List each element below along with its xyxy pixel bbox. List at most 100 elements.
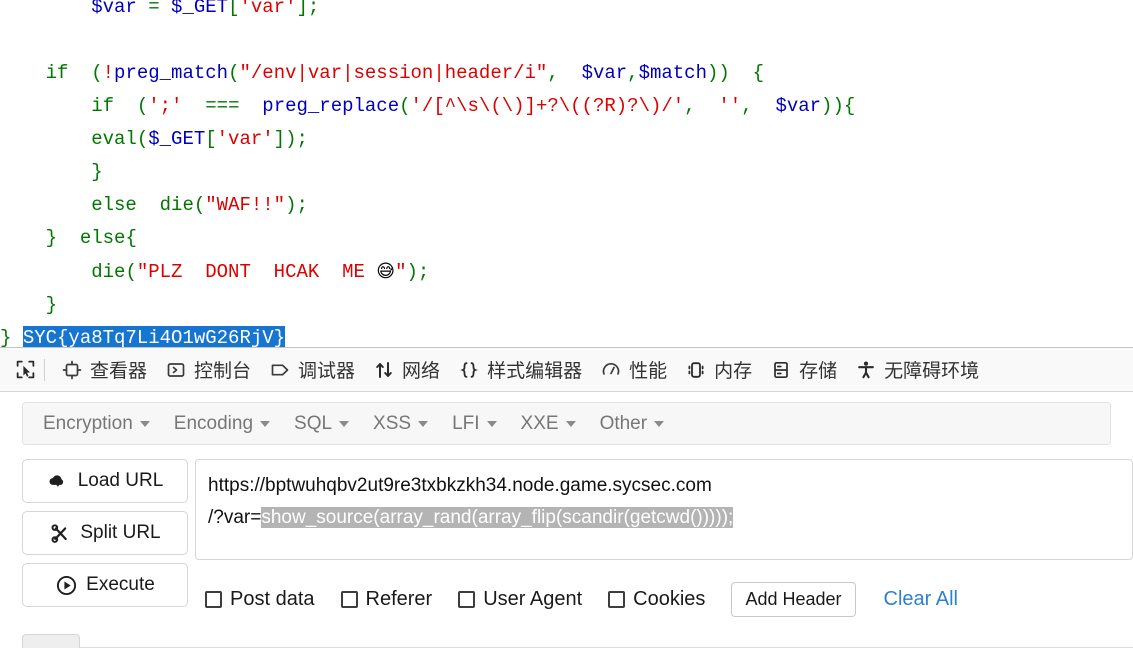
code-token: ( — [68, 62, 103, 84]
code-token: )) { — [707, 62, 765, 84]
devtools-tab-label: 性能 — [629, 361, 668, 382]
code-token: " — [395, 261, 407, 283]
checkbox-user-agent[interactable]: User Agent — [458, 588, 582, 611]
code-token: ] — [273, 128, 286, 150]
devtools-tab-label: 无障碍环境 — [884, 361, 980, 382]
devtools-tab-accessibility[interactable]: 无障碍环境 — [846, 352, 988, 388]
hackbar-bottom-strip — [0, 634, 1133, 648]
devtools-tab-memory[interactable]: 内存 — [676, 352, 761, 388]
hackbar-menu-encoding[interactable]: Encoding — [162, 407, 282, 441]
hackbar-menu-xss[interactable]: XSS — [361, 407, 440, 441]
chevron-down-icon — [418, 420, 429, 427]
element-picker-icon — [14, 359, 36, 381]
code-token: 'var' — [239, 0, 297, 18]
code-line: die("PLZ DONT HCAK ME 😅"); — [0, 255, 855, 289]
code-token: ] — [296, 0, 308, 18]
code-token: , — [741, 95, 776, 117]
performance-icon — [600, 359, 622, 381]
split-url-button[interactable]: Split URL — [22, 511, 188, 555]
code-line: else die("WAF!!"); — [0, 189, 855, 222]
checkbox-box-icon[interactable] — [340, 591, 358, 608]
code-token: die — [91, 261, 126, 283]
devtools-tab-network[interactable]: 网络 — [364, 352, 449, 388]
hackbar-menu-lfi[interactable]: LFI — [440, 407, 508, 441]
code-token: 'var' — [216, 128, 274, 150]
checkbox-label: Cookies — [633, 588, 706, 610]
code-token: [ — [205, 128, 217, 150]
code-token: ; — [307, 0, 320, 18]
hackbar-menu-xxe[interactable]: XXE — [509, 407, 588, 441]
devtools-tab-inspector[interactable]: 查看器 — [52, 352, 156, 388]
devtools-tab-performance[interactable]: 性能 — [591, 352, 676, 388]
checkbox-label: User Agent — [483, 588, 583, 610]
code-token: preg_replace — [250, 95, 400, 117]
hackbar-menu-other[interactable]: Other — [588, 407, 677, 441]
code-token: $var — [91, 0, 137, 18]
code-token: , — [627, 62, 639, 84]
load-url-button[interactable]: Load URL — [22, 459, 188, 503]
bottom-tab-handle[interactable] — [22, 634, 80, 648]
checkbox-cookies[interactable]: Cookies — [608, 588, 705, 611]
code-token: , — [547, 62, 582, 84]
hackbar-menu-label: LFI — [452, 412, 480, 434]
php-source-view: $var = $_GET['var']; if (!preg_match("/e… — [0, 0, 1133, 347]
hackbar-panel: Encryption Encoding SQL XSS LFI XXE Othe… — [0, 402, 1133, 648]
code-token: ! — [102, 62, 115, 84]
clear-all-link[interactable]: Clear All — [884, 588, 958, 611]
devtools-tab-label: 调试器 — [298, 361, 356, 382]
chevron-down-icon — [260, 420, 271, 427]
hackbar-menu-label: XSS — [373, 412, 412, 434]
hackbar-menu-label: Encryption — [43, 412, 133, 434]
debugger-icon — [269, 359, 291, 381]
code-token: '' — [718, 95, 742, 117]
element-picker-button[interactable] — [8, 355, 42, 385]
hackbar-action-buttons: Load URL Split URL Execute — [0, 459, 195, 617]
hackbar-menu-label: Encoding — [173, 412, 254, 434]
checkbox-box-icon[interactable] — [458, 591, 476, 608]
play-circle-icon — [55, 574, 77, 596]
code-token: else — [79, 227, 126, 249]
code-token: ( — [114, 95, 149, 117]
sweat-smile-emoji: 😅 — [376, 261, 396, 282]
code-token: = — [136, 0, 172, 18]
devtools-tab-debugger[interactable]: 调试器 — [260, 352, 364, 388]
execute-button[interactable]: Execute — [22, 563, 188, 607]
code-line: } else{ — [0, 222, 855, 255]
code-token: die — [159, 194, 194, 216]
code-token: '/[^\s\(\)]+?\((?R)?\)/' — [410, 95, 685, 117]
code-line: if (!preg_match("/env|var|session|header… — [0, 57, 855, 90]
inspector-icon — [61, 359, 83, 381]
code-token: $var — [775, 95, 822, 117]
code-token: { — [125, 227, 137, 249]
add-header-label: Add Header — [745, 589, 842, 609]
devtools-tab-style-editor[interactable]: 样式编辑器 — [449, 352, 591, 388]
devtools-tab-console[interactable]: 控制台 — [156, 352, 260, 388]
code-line: } — [0, 289, 855, 322]
checkbox-box-icon[interactable] — [205, 591, 222, 608]
add-header-button[interactable]: Add Header — [731, 582, 856, 617]
code-token: eval — [91, 128, 137, 150]
console-icon — [165, 359, 187, 381]
devtools-tab-storage[interactable]: 存储 — [761, 352, 846, 388]
checkbox-box-icon[interactable] — [608, 591, 626, 608]
code-token: ( — [399, 95, 411, 117]
code-token: ';' — [148, 95, 183, 117]
code-token: } — [45, 294, 58, 316]
url-input[interactable]: https://bptwuhqbv2ut9re3txbkzkh34.node.g… — [195, 459, 1133, 560]
checkbox-post-data[interactable]: Post data — [205, 588, 315, 611]
php-source-code[interactable]: $var = $_GET['var']; if (!preg_match("/e… — [0, 0, 855, 347]
hackbar-menu-sql[interactable]: SQL — [282, 407, 361, 441]
hackbar-menu-encryption[interactable]: Encryption — [31, 407, 162, 441]
checkbox-referer[interactable]: Referer — [340, 588, 432, 611]
network-icon — [373, 359, 395, 381]
code-token: } — [45, 227, 58, 249]
code-line: $var = $_GET['var']; — [0, 0, 855, 24]
